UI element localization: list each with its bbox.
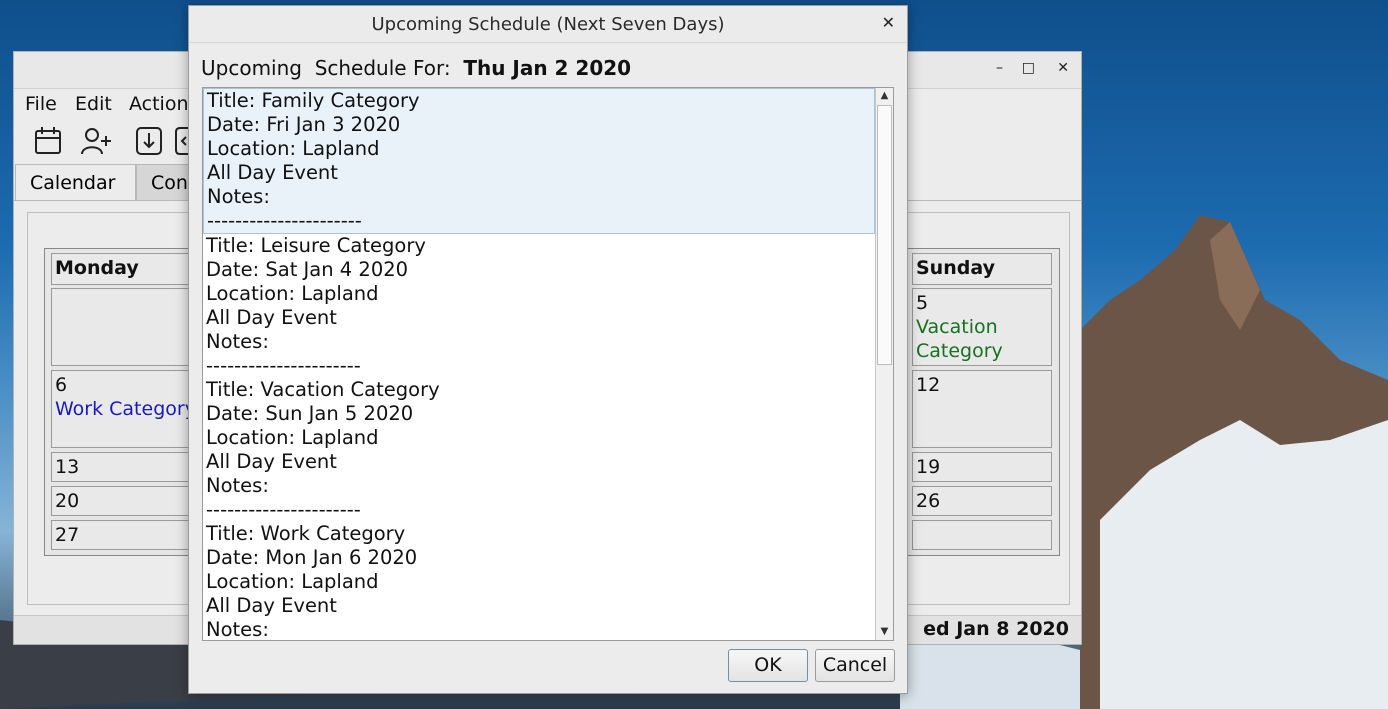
entry-date: Date: Fri Jan 3 2020 [207,113,401,136]
menu-action[interactable]: Action [129,93,189,115]
scroll-up-icon[interactable]: ▲ [876,88,893,104]
schedule-date: Thu Jan 2 2020 [463,56,632,80]
header-sunday: Sunday [912,253,1052,285]
dialog-titlebar: Upcoming Schedule (Next Seven Days) ✕ [189,6,907,43]
add-user-icon[interactable] [80,126,112,156]
entry-location: Location: Lapland [206,426,379,449]
ok-button[interactable]: OK [728,649,808,682]
event-label[interactable]: Work Category [55,397,197,421]
calendar-day-cell[interactable]: 12 [912,370,1052,448]
entry-date: Date: Sun Jan 5 2020 [206,402,414,425]
list-item[interactable]: Title: Work Category Date: Mon Jan 6 202… [203,522,893,641]
entry-notes: Notes: [206,330,269,353]
schedule-header: Upcoming Schedule For: Thu Jan 2 2020 [201,56,631,80]
day-number: 12 [916,374,941,396]
vertical-scrollbar[interactable]: ▲ ▼ [875,88,893,640]
entry-date: Date: Mon Jan 6 2020 [206,546,418,569]
entry-date: Date: Sat Jan 4 2020 [206,258,409,281]
tab-contacts[interactable]: Con [136,164,196,200]
calendar-day-cell[interactable]: 20 [51,486,201,516]
dialog-close-icon[interactable]: ✕ [882,13,895,32]
list-item[interactable]: Title: Vacation Category Date: Sun Jan 5… [203,378,893,522]
close-icon[interactable]: ✕ [1057,60,1069,76]
entry-allday: All Day Event [206,306,337,329]
calendar-day-cell[interactable]: 19 [912,452,1052,482]
entry-separator: ---------------------- [207,209,362,232]
menu-file[interactable]: File [25,93,57,115]
schedule-list[interactable]: Title: Family Category Date: Fri Jan 3 2… [202,87,894,641]
entry-title: Title: Vacation Category [206,378,440,401]
entry-separator: ---------------------- [206,498,361,521]
entry-title: Title: Work Category [206,522,406,545]
calendar-day-cell[interactable]: 6 Work Category [51,370,201,448]
scrollbar-thumb[interactable] [877,105,892,365]
entry-separator: ---------------------- [206,354,361,377]
entry-location: Location: Lapland [206,282,379,305]
calendar-day-cell[interactable]: 5 Vacation Category [912,288,1052,366]
export-icon[interactable] [174,126,188,156]
day-number: 6 [55,374,68,396]
entry-location: Location: Lapland [206,570,379,593]
dialog-title: Upcoming Schedule (Next Seven Days) [371,14,725,35]
entry-location: Location: Lapland [207,137,380,160]
calendar-day-cell[interactable]: 26 [912,486,1052,516]
header-monday: Monday [51,253,201,285]
list-item[interactable]: Title: Leisure Category Date: Sat Jan 4 … [203,234,893,378]
day-number: 20 [55,490,80,512]
status-date: ed Jan 8 2020 [923,618,1069,640]
cancel-button[interactable]: Cancel [815,649,895,682]
import-icon[interactable] [135,126,165,156]
schedule-for-label: Upcoming Schedule For: [201,56,451,80]
calendar-day-cell[interactable] [912,520,1052,550]
entry-allday: All Day Event [206,594,337,617]
upcoming-schedule-dialog: Upcoming Schedule (Next Seven Days) ✕ Up… [188,5,908,694]
day-number: 19 [916,456,941,478]
event-label[interactable]: Vacation Category [916,315,1048,363]
maximize-icon[interactable]: □ [1022,60,1035,76]
entry-notes: Notes: [207,185,270,208]
calendar-day-cell[interactable]: 13 [51,452,201,482]
day-number: 13 [55,456,80,478]
entry-title: Title: Family Category [207,89,420,112]
scroll-down-icon[interactable]: ▼ [876,624,893,640]
day-number: 26 [916,490,941,512]
tab-calendar[interactable]: Calendar [15,164,136,200]
entry-notes: Notes: [206,618,269,641]
day-number: 27 [55,524,80,546]
entry-allday: All Day Event [206,450,337,473]
list-item[interactable]: Title: Family Category Date: Fri Jan 3 2… [203,88,875,234]
calendar-day-cell[interactable]: 27 [51,520,201,550]
entry-allday: All Day Event [207,161,338,184]
day-number: 5 [916,292,929,314]
calendar-icon[interactable] [34,126,62,156]
minimize-icon[interactable]: – [996,60,1003,76]
menu-edit[interactable]: Edit [75,93,112,115]
entry-notes: Notes: [206,474,269,497]
entry-title: Title: Leisure Category [206,234,426,257]
calendar-day-cell[interactable] [51,288,201,366]
